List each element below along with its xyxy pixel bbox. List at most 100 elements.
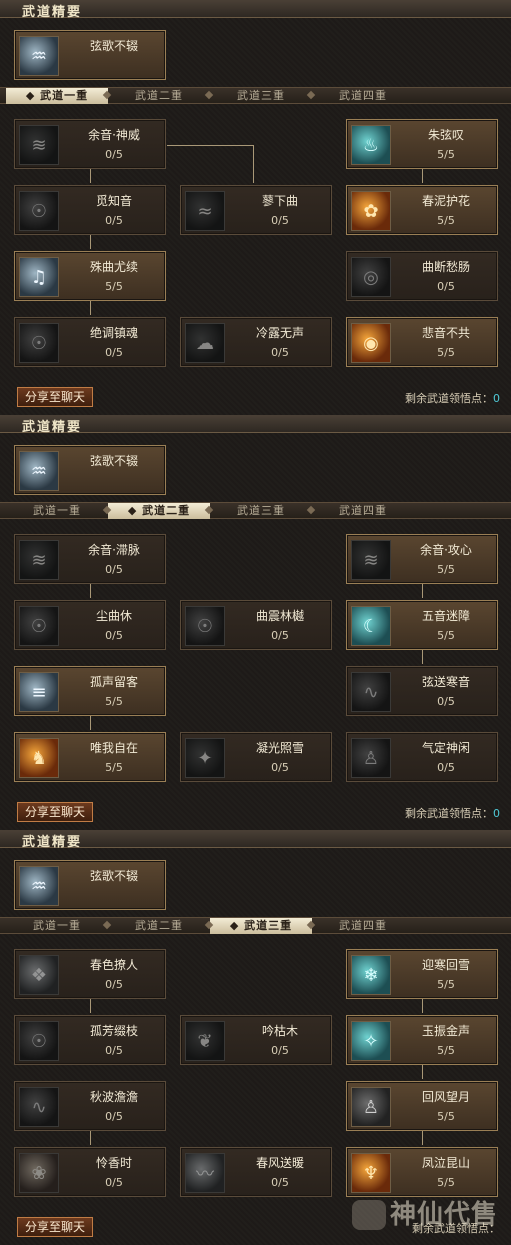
skill-card[interactable]: ✿ 春泥护花 5/5: [346, 185, 498, 235]
skill-level: 0/5: [105, 148, 123, 161]
tab-tier-3[interactable]: 武道三重: [210, 88, 312, 104]
skill-card[interactable]: ♙ 气定神闲 0/5: [346, 732, 498, 782]
section-header: 武道精要: [0, 0, 511, 20]
skill-card[interactable]: ≡ 孤声留客 5/5: [14, 666, 166, 716]
skill-card[interactable]: ☾ 五音迷障 5/5: [346, 600, 498, 650]
remaining-points-label: 剩余武道领悟点：: [405, 807, 493, 820]
figure-icon: ♙: [351, 738, 391, 778]
skill-card[interactable]: ≋ 余音·神威 0/5: [14, 119, 166, 169]
tab-tier-4[interactable]: 武道四重: [312, 918, 414, 934]
connector-line: [422, 167, 423, 183]
skill-name: 五音迷障: [421, 609, 470, 623]
skill-name: 余音·攻心: [420, 543, 472, 557]
skill-name: 凤泣昆山: [421, 1156, 470, 1170]
skill-card[interactable]: ◉ 悲音不共 5/5: [346, 317, 498, 367]
skill-name: 春泥护花: [421, 194, 470, 208]
tab-tier-4[interactable]: 武道四重: [312, 503, 414, 519]
skill-card[interactable]: ☁ 冷露无声 0/5: [180, 317, 332, 367]
tab-label: 武道一重: [40, 89, 89, 102]
essence-card[interactable]: ♒ 弦歌不辍: [14, 445, 166, 495]
skill-card[interactable]: ♫ 殊曲尤续 5/5: [14, 251, 166, 301]
skill-card[interactable]: ≋ 余音·滞脉 0/5: [14, 534, 166, 584]
fan-icon: ≋: [19, 125, 59, 165]
tab-tier-2[interactable]: ◆ 武道二重: [108, 503, 210, 519]
skill-card[interactable]: ☉ 觅知音 0/5: [14, 185, 166, 235]
skill-card[interactable]: ≈ 蓼下曲 0/5: [180, 185, 332, 235]
tab-tier-2[interactable]: 武道二重: [108, 88, 210, 104]
skill-card[interactable]: ♆ 凤泣昆山 5/5: [346, 1147, 498, 1197]
skill-card[interactable]: ◎ 曲断愁肠 0/5: [346, 251, 498, 301]
skill-level: 5/5: [105, 761, 123, 774]
mask-icon: ☉: [19, 323, 59, 363]
tab-tier-2[interactable]: 武道二重: [108, 918, 210, 934]
diamond-icon: ◆: [127, 504, 143, 517]
skill-card[interactable]: ✦ 凝光照雪 0/5: [180, 732, 332, 782]
skill-name: 怜香时: [95, 1156, 132, 1170]
section-header: 武道精要: [0, 830, 511, 850]
skill-level: 0/5: [105, 1110, 123, 1123]
skill-card[interactable]: ❖ 春色撩人 0/5: [14, 949, 166, 999]
skill-level: 0/5: [105, 1176, 123, 1189]
remaining-points: 剩余武道领悟点：: [360, 1220, 500, 1236]
skill-card[interactable]: ♙ 回风望月 5/5: [346, 1081, 498, 1131]
skill-card[interactable]: ☉ 曲震林樾 0/5: [180, 600, 332, 650]
skill-card[interactable]: ❦ 吟枯木 0/5: [180, 1015, 332, 1065]
music-wave-icon: ♫: [19, 257, 59, 297]
tier-tabs: 武道一重 ◆ 武道二重 武道三重 武道四重: [0, 502, 511, 519]
skill-card[interactable]: ∿ 秋波澹澹 0/5: [14, 1081, 166, 1131]
skill-level: 5/5: [105, 695, 123, 708]
tab-label: 武道二重: [135, 89, 183, 102]
moon-icon: ☾: [351, 606, 391, 646]
skill-card[interactable]: ♨ 朱弦叹 5/5: [346, 119, 498, 169]
skill-level: 0/5: [271, 1176, 289, 1189]
connector-line: [422, 997, 423, 1013]
tab-tier-1[interactable]: 武道一重: [6, 918, 108, 934]
skill-card[interactable]: ☉ 尘曲休 0/5: [14, 600, 166, 650]
share-to-chat-button[interactable]: 分享至聊天: [17, 1217, 93, 1237]
tier-tabs: 武道一重 武道二重 ◆ 武道三重 武道四重: [0, 917, 511, 934]
tab-label: 武道四重: [339, 504, 387, 517]
tab-tier-1[interactable]: 武道一重: [6, 503, 108, 519]
skill-level: 5/5: [437, 1044, 455, 1057]
essence-card[interactable]: ♒ 弦歌不辍: [14, 30, 166, 80]
remaining-points-value: 0: [493, 392, 500, 405]
dragon-icon: ≈: [185, 191, 225, 231]
skill-name: 蓼下曲: [261, 194, 298, 208]
tab-tier-3[interactable]: 武道三重: [210, 503, 312, 519]
skill-card[interactable]: 〰 春风送暖 0/5: [180, 1147, 332, 1197]
harp-icon: ♒: [19, 866, 59, 906]
phoenix-icon: ♆: [351, 1153, 391, 1193]
tab-label: 武道二重: [142, 504, 191, 517]
essence-card[interactable]: ♒ 弦歌不辍: [14, 860, 166, 910]
harp-icon: ♒: [19, 36, 59, 76]
skill-level: 0/5: [105, 978, 123, 991]
skill-card[interactable]: ☉ 绝调镇魂 0/5: [14, 317, 166, 367]
skill-card[interactable]: ✧ 玉振金声 5/5: [346, 1015, 498, 1065]
skill-name: 朱弦叹: [427, 128, 464, 142]
sparkle-icon: ✧: [351, 1021, 391, 1061]
skill-card[interactable]: ≋ 余音·攻心 5/5: [346, 534, 498, 584]
share-to-chat-button[interactable]: 分享至聊天: [17, 387, 93, 407]
share-to-chat-button[interactable]: 分享至聊天: [17, 802, 93, 822]
tab-tier-1[interactable]: ◆ 武道一重: [6, 88, 108, 104]
tab-label: 武道二重: [135, 919, 183, 932]
connector-line: [422, 648, 423, 664]
skill-level: 0/5: [271, 1044, 289, 1057]
wind-icon: 〰: [185, 1153, 225, 1193]
tab-tier-4[interactable]: 武道四重: [312, 88, 414, 104]
skill-card[interactable]: ∿ 弦送寒音 0/5: [346, 666, 498, 716]
tab-tier-3[interactable]: ◆ 武道三重: [210, 918, 312, 934]
skill-level: 0/5: [437, 280, 455, 293]
crystal-icon: ❄: [351, 955, 391, 995]
skill-name: 孤芳缀枝: [89, 1024, 138, 1038]
skill-card[interactable]: ☉ 孤芳缀枝 0/5: [14, 1015, 166, 1065]
remaining-points-label: 剩余武道领悟点：: [405, 392, 493, 405]
diamond-icon: ◆: [229, 919, 245, 932]
remaining-points: 剩余武道领悟点：0: [360, 805, 500, 821]
skill-card[interactable]: ❄ 迎寒回雪 5/5: [346, 949, 498, 999]
skill-level: 5/5: [437, 214, 455, 227]
skill-name: 悲音不共: [421, 326, 470, 340]
scroll-icon: ≡: [19, 672, 59, 712]
skill-card[interactable]: ❀ 怜香时 0/5: [14, 1147, 166, 1197]
skill-card[interactable]: ♞ 唯我自在 5/5: [14, 732, 166, 782]
